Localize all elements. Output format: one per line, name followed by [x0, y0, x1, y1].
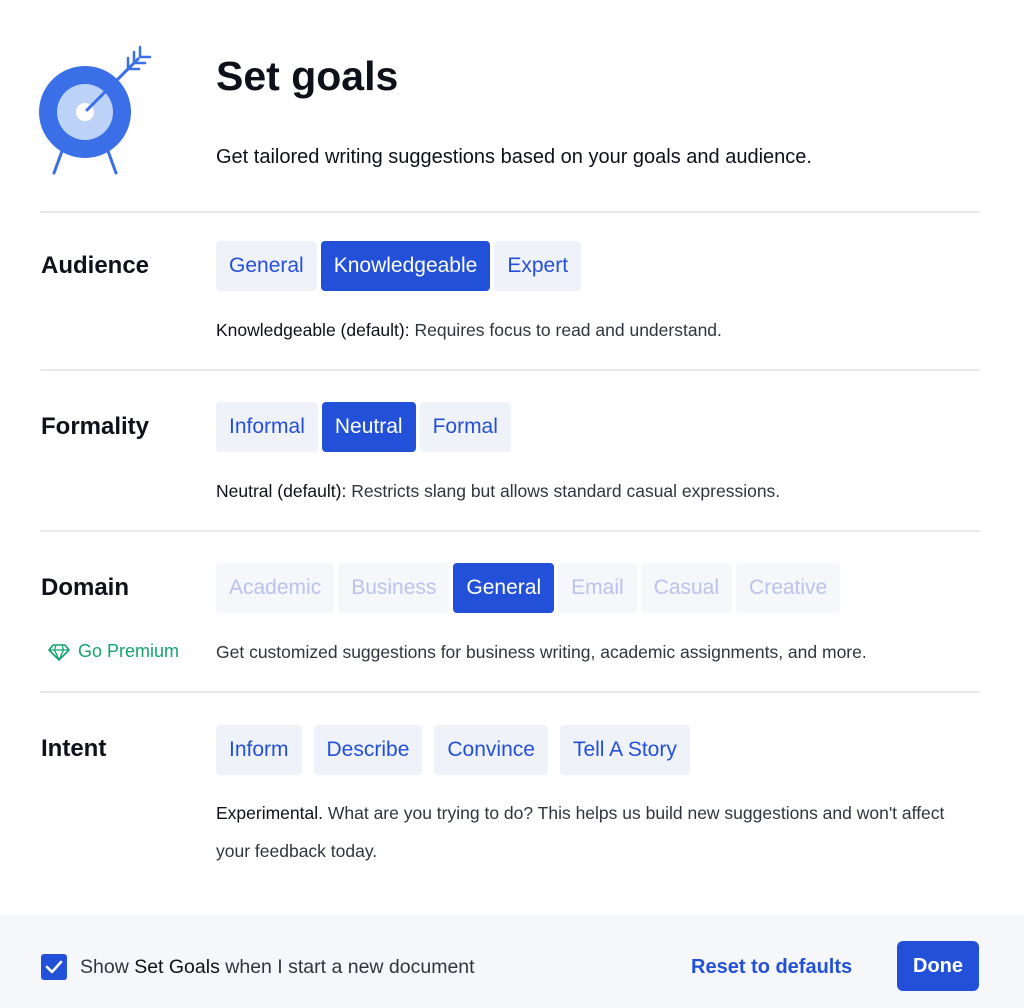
domain-option-creative[interactable]: Creative — [736, 563, 841, 613]
intent-description: Experimental. What are you trying to do?… — [216, 794, 946, 870]
audience-option-knowledgeable[interactable]: Knowledgeable — [320, 241, 491, 291]
header: Set goals Get tailored writing suggestio… — [0, 0, 1024, 212]
domain-option-general[interactable]: General — [453, 563, 555, 613]
intent-options: Inform Describe Convince Tell A Story — [216, 725, 690, 775]
go-premium-link[interactable]: Go Premium — [48, 641, 179, 662]
intent-option-inform[interactable]: Inform — [216, 725, 302, 775]
domain-section: Domain Academic Business General Email C… — [0, 532, 1024, 691]
formality-desc-text: Restricts slang but allows standard casu… — [346, 481, 781, 501]
audience-label: Audience — [41, 252, 150, 279]
audience-options: General Knowledgeable Expert — [216, 241, 582, 291]
reset-to-defaults-button[interactable]: Reset to defaults — [691, 951, 852, 983]
domain-option-casual[interactable]: Casual — [640, 563, 733, 613]
dialog-title: Set goals — [216, 53, 399, 99]
intent-label: Intent — [41, 735, 107, 762]
show-set-goals-label: Show Set Goals when I start a new docume… — [80, 953, 475, 981]
diamond-icon — [48, 643, 70, 661]
target-arrow-icon — [39, 45, 152, 175]
checkbox-label-emphasis: Set Goals — [134, 956, 220, 978]
domain-option-email[interactable]: Email — [558, 563, 637, 613]
formality-option-neutral[interactable]: Neutral — [321, 402, 416, 452]
audience-description: Knowledgeable (default): Requires focus … — [216, 311, 956, 349]
formality-option-formal[interactable]: Formal — [419, 402, 511, 452]
show-set-goals-checkbox[interactable] — [41, 954, 67, 980]
domain-option-business[interactable]: Business — [338, 563, 450, 613]
formality-options: Informal Neutral Formal — [216, 402, 511, 452]
audience-desc-text: Requires focus to read and understand. — [409, 320, 722, 340]
formality-desc-strong: Neutral (default): — [216, 481, 347, 501]
formality-option-informal[interactable]: Informal — [216, 402, 318, 452]
checkbox-label-prefix: Show — [80, 956, 135, 978]
checkbox-label-suffix: when I start a new document — [219, 956, 475, 978]
footer: Show Set Goals when I start a new docume… — [0, 915, 1024, 1008]
domain-options: Academic Business General Email Casual C… — [216, 563, 841, 613]
audience-option-general[interactable]: General — [216, 241, 317, 291]
intent-desc-text: What are you trying to do? This helps us… — [216, 803, 945, 861]
formality-description: Neutral (default): Restricts slang but a… — [216, 472, 956, 510]
intent-option-tell-a-story[interactable]: Tell A Story — [559, 725, 690, 775]
intent-section: Intent Inform Describe Convince Tell A S… — [0, 693, 1024, 913]
formality-label: Formality — [41, 413, 150, 440]
formality-section: Formality Informal Neutral Formal Neutra… — [0, 371, 1024, 530]
domain-option-academic[interactable]: Academic — [216, 563, 335, 613]
domain-label: Domain — [41, 574, 130, 601]
checkmark-icon — [45, 960, 63, 974]
set-goals-dialog: Set goals Get tailored writing suggestio… — [0, 0, 1024, 1008]
audience-section: Audience General Knowledgeable Expert Kn… — [0, 213, 1024, 369]
intent-desc-strong: Experimental. — [216, 803, 323, 823]
audience-option-expert[interactable]: Expert — [494, 241, 582, 291]
dialog-subtitle: Get tailored writing suggestions based o… — [216, 146, 812, 168]
go-premium-label: Go Premium — [78, 641, 180, 661]
done-button[interactable]: Done — [897, 941, 979, 991]
intent-option-describe[interactable]: Describe — [313, 725, 423, 775]
domain-description: Get customized suggestions for business … — [216, 642, 867, 662]
intent-option-convince[interactable]: Convince — [434, 725, 548, 775]
audience-desc-strong: Knowledgeable (default): — [216, 320, 410, 340]
